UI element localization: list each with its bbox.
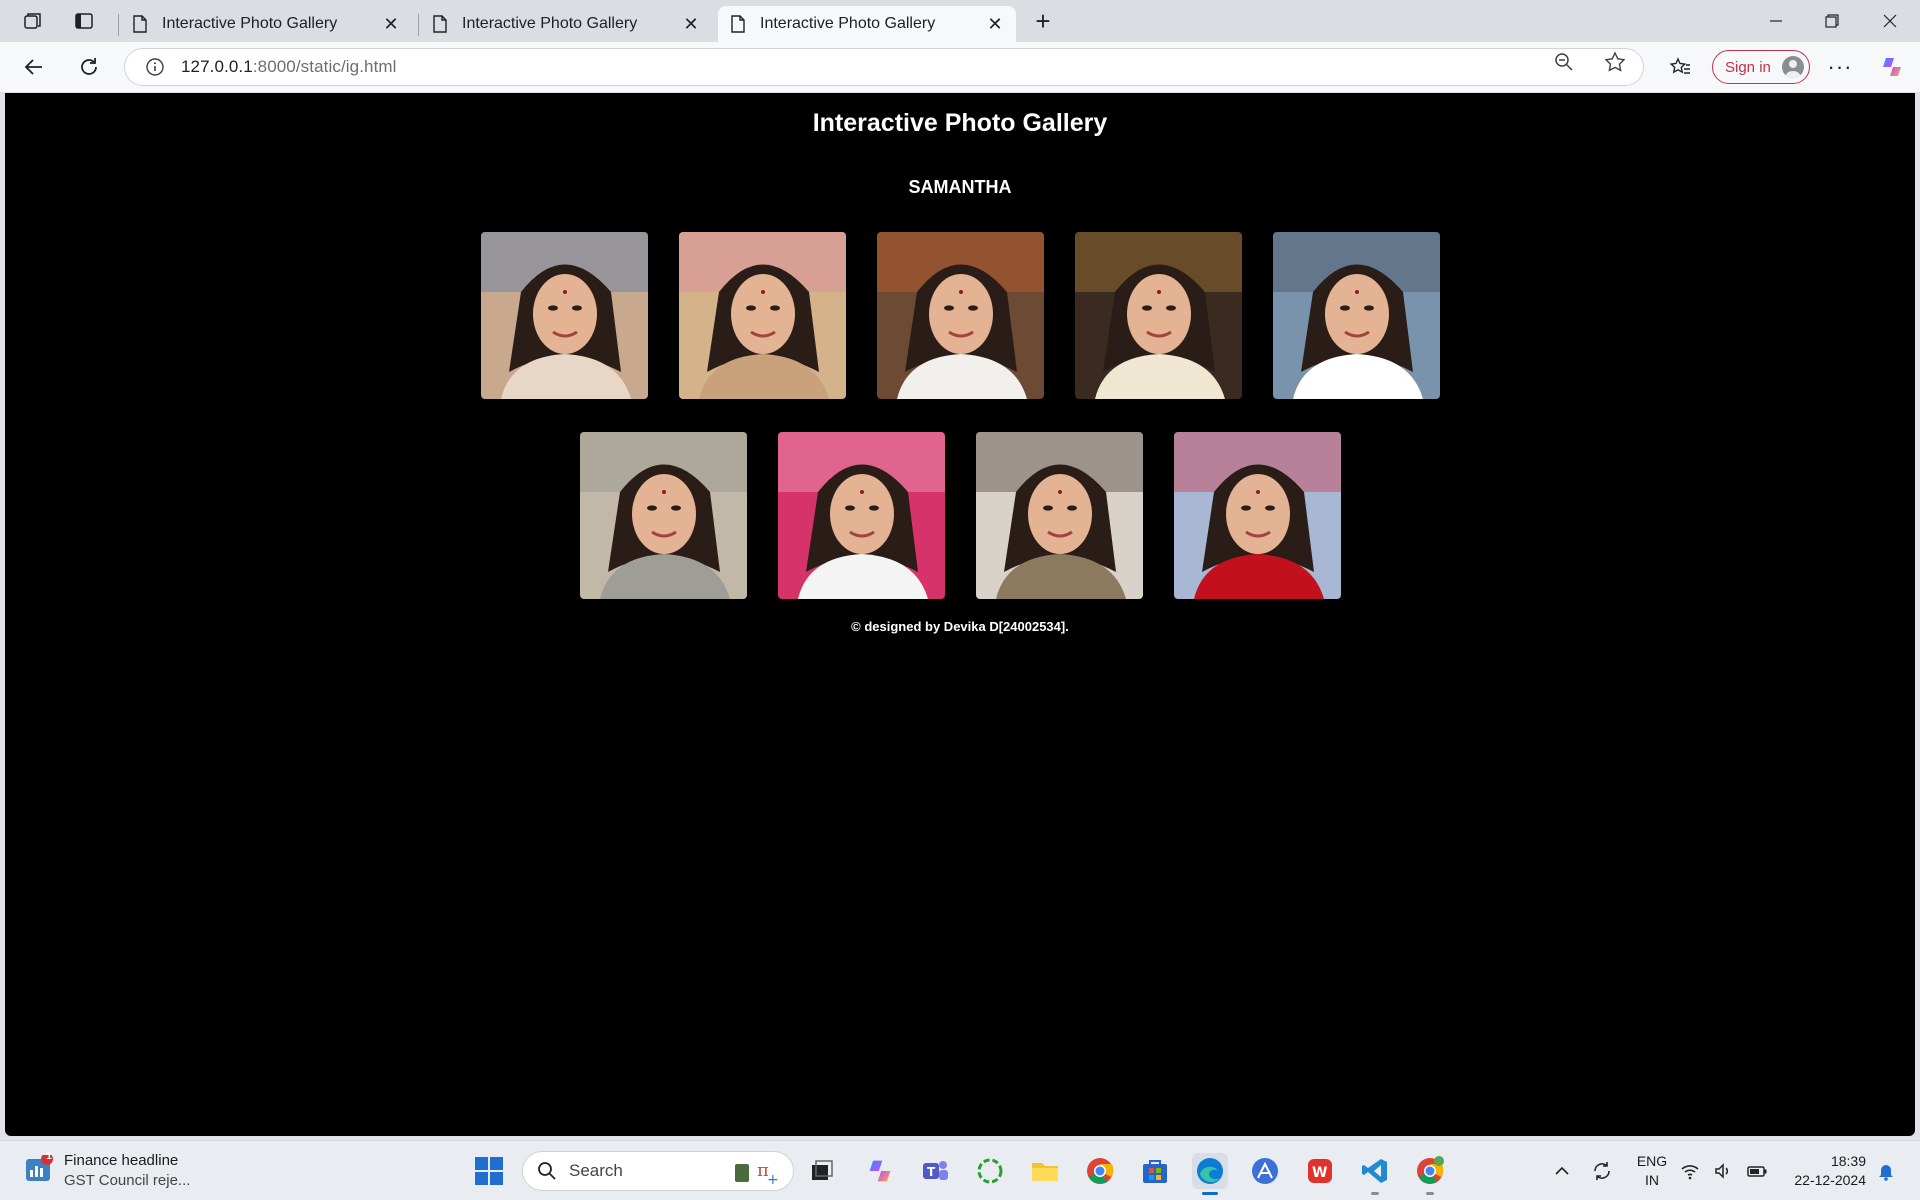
portrait-image bbox=[777, 432, 945, 599]
lang-region: IN bbox=[1645, 1172, 1659, 1188]
gallery-row bbox=[5, 232, 1915, 399]
edge-icon[interactable] bbox=[1192, 1153, 1228, 1195]
page-title: Interactive Photo Gallery bbox=[812, 109, 1108, 137]
gallery-photo[interactable] bbox=[1272, 232, 1440, 399]
page-viewport: Interactive Photo Gallery SAMANTHA © des… bbox=[5, 93, 1915, 1136]
svg-text:T: T bbox=[927, 1165, 936, 1179]
store-icon[interactable] bbox=[1137, 1153, 1173, 1189]
document-icon bbox=[731, 15, 745, 33]
close-icon[interactable]: ✕ bbox=[986, 14, 1004, 34]
gallery-photo[interactable] bbox=[579, 432, 747, 599]
info-icon[interactable] bbox=[145, 57, 165, 77]
zoom-out-icon[interactable] bbox=[1552, 50, 1576, 74]
portrait-image bbox=[1272, 232, 1440, 399]
document-icon bbox=[433, 15, 447, 33]
vector-app-icon[interactable] bbox=[1247, 1153, 1283, 1189]
gallery-row bbox=[5, 432, 1915, 599]
portrait-image bbox=[480, 232, 648, 399]
tab-actions-icon[interactable] bbox=[67, 6, 101, 36]
news-text: GST Council reje... bbox=[64, 1172, 191, 1189]
gallery-photo[interactable] bbox=[876, 232, 1044, 399]
search-icon bbox=[538, 1162, 556, 1180]
search-placeholder: Search bbox=[569, 1161, 623, 1180]
notification-badge: 1 bbox=[46, 1151, 52, 1162]
wifi-icon bbox=[1681, 1165, 1699, 1180]
favorites-icon[interactable] bbox=[1662, 50, 1698, 84]
sync-circle-icon[interactable] bbox=[972, 1153, 1008, 1189]
address-bar[interactable]: 127.0.0.1:8000/static/ig.html bbox=[124, 48, 1644, 86]
close-icon[interactable]: ✕ bbox=[382, 14, 400, 34]
tab-1[interactable]: Interactive Photo Gallery ✕ bbox=[120, 6, 412, 42]
notification-bell-icon[interactable] bbox=[1868, 1153, 1904, 1189]
close-window-button[interactable] bbox=[1862, 0, 1918, 42]
teams-icon[interactable]: T bbox=[917, 1153, 953, 1189]
taskbar: 1 Finance headline GST Council reje... S… bbox=[0, 1140, 1920, 1200]
tab-3-active[interactable]: Interactive Photo Gallery ✕ bbox=[718, 6, 1016, 42]
update-sync-icon[interactable] bbox=[1584, 1153, 1620, 1189]
vscode-icon[interactable] bbox=[1357, 1153, 1393, 1195]
copilot-icon[interactable] bbox=[1874, 50, 1910, 84]
minimize-button[interactable] bbox=[1748, 0, 1804, 42]
copilot-app-icon[interactable] bbox=[862, 1153, 898, 1189]
url-text: 127.0.0.1:8000/static/ig.html bbox=[181, 57, 397, 76]
language-indicator[interactable]: ENG IN bbox=[1632, 1152, 1672, 1190]
clock[interactable]: 18:39 22-12-2024 bbox=[1778, 1152, 1866, 1190]
volume-icon bbox=[1715, 1163, 1729, 1179]
gallery-photo[interactable] bbox=[678, 232, 846, 399]
svg-text:W: W bbox=[1312, 1165, 1327, 1181]
tab-title: Interactive Photo Gallery bbox=[162, 15, 338, 32]
browser-toolbar: 127.0.0.1:8000/static/ig.html Sign in ··… bbox=[0, 42, 1920, 92]
wps-office-icon[interactable]: W bbox=[1302, 1153, 1338, 1189]
svg-text:+: + bbox=[767, 1172, 779, 1186]
battery-icon bbox=[1747, 1166, 1767, 1177]
sign-in-button[interactable]: Sign in bbox=[1712, 50, 1810, 84]
portrait-image bbox=[876, 232, 1044, 399]
document-icon bbox=[133, 15, 147, 33]
clock-time: 18:39 bbox=[1830, 1153, 1866, 1169]
footer-credit: © designed by Devika D[24002534]. bbox=[851, 619, 1069, 634]
file-explorer-icon[interactable] bbox=[1027, 1153, 1063, 1189]
portrait-image bbox=[678, 232, 846, 399]
tab-title: Interactive Photo Gallery bbox=[760, 15, 936, 32]
workspaces-icon[interactable] bbox=[16, 6, 50, 36]
favorite-star-icon[interactable] bbox=[1603, 50, 1627, 74]
portrait-image bbox=[1074, 232, 1242, 399]
windows-start-icon[interactable] bbox=[471, 1153, 507, 1189]
avatar-icon bbox=[1782, 56, 1804, 78]
more-options-icon[interactable]: ··· bbox=[1822, 50, 1858, 84]
chrome-icon[interactable] bbox=[1082, 1153, 1118, 1189]
system-tray-group[interactable] bbox=[1680, 1153, 1768, 1189]
tab-strip: Interactive Photo Gallery ✕ Interactive … bbox=[0, 0, 1920, 42]
portrait-image bbox=[1173, 432, 1341, 599]
news-widget[interactable]: 1 Finance headline GST Council reje... bbox=[24, 1149, 204, 1193]
tab-2[interactable]: Interactive Photo Gallery ✕ bbox=[420, 6, 712, 42]
refresh-icon[interactable] bbox=[71, 50, 107, 84]
chrome-profile-icon[interactable] bbox=[1412, 1153, 1448, 1195]
calculator-widget-icon: π+ bbox=[735, 1160, 779, 1186]
gallery-photo[interactable] bbox=[777, 432, 945, 599]
taskbar-search[interactable]: Search π + bbox=[522, 1151, 794, 1191]
chevron-up-icon[interactable] bbox=[1544, 1153, 1580, 1189]
lang-primary: ENG bbox=[1636, 1153, 1668, 1169]
gallery-photo[interactable] bbox=[975, 432, 1143, 599]
task-view-icon[interactable] bbox=[804, 1153, 840, 1189]
tab-title: Interactive Photo Gallery bbox=[462, 15, 638, 32]
portrait-image bbox=[975, 432, 1143, 599]
gallery-photo[interactable] bbox=[1173, 432, 1341, 599]
sign-in-label: Sign in bbox=[1725, 58, 1771, 76]
restore-button[interactable] bbox=[1804, 0, 1860, 42]
clock-date: 22-12-2024 bbox=[1794, 1172, 1866, 1188]
close-icon[interactable]: ✕ bbox=[682, 14, 700, 34]
gallery-photo[interactable] bbox=[480, 232, 648, 399]
page-subtitle: SAMANTHA bbox=[908, 177, 1012, 197]
portrait-image bbox=[579, 432, 747, 599]
back-arrow-icon[interactable] bbox=[16, 50, 52, 84]
new-tab-button[interactable]: + bbox=[1026, 6, 1060, 36]
news-title: Finance headline bbox=[64, 1152, 179, 1169]
gallery-photo[interactable] bbox=[1074, 232, 1242, 399]
